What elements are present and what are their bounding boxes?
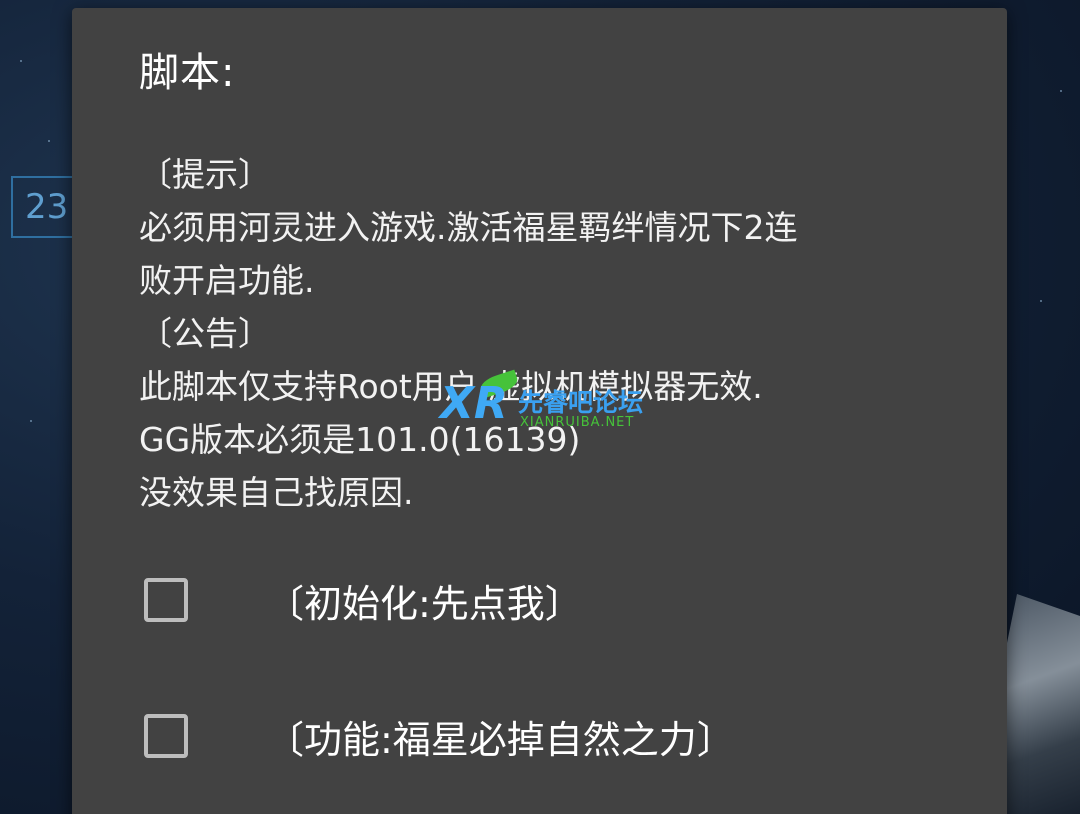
message-line: 必须用河灵进入游戏.激活福星羁绊情况下2连 — [139, 208, 798, 247]
background-number-badge: 23 — [11, 176, 81, 238]
option-init[interactable]: 〔初始化:先点我〕 — [144, 567, 904, 633]
checkbox-feature[interactable] — [144, 714, 188, 758]
option-feature-label[interactable]: 〔功能:福星必掉自然之力〕 — [266, 709, 735, 764]
background-star — [1060, 90, 1062, 92]
message-line: 败开启功能. — [139, 261, 315, 300]
background-star — [1040, 300, 1042, 302]
message-line: 没效果自己找原因. — [139, 473, 414, 512]
message-line: 〔公告〕 — [139, 314, 271, 353]
script-dialog: 脚本: 〔提示〕 必须用河灵进入游戏.激活福星羁绊情况下2连 败开启功能. 〔公… — [72, 8, 1007, 814]
checkbox-init[interactable] — [144, 578, 188, 622]
option-init-label[interactable]: 〔初始化:先点我〕 — [266, 573, 583, 628]
option-feature[interactable]: 〔功能:福星必掉自然之力〕 — [144, 703, 904, 769]
background-star — [20, 60, 22, 62]
dialog-title: 脚本: — [139, 50, 236, 96]
background-star — [48, 140, 50, 142]
message-line: GG版本必须是101.0(16139) — [139, 420, 581, 459]
dialog-message: 〔提示〕 必须用河灵进入游戏.激活福星羁绊情况下2连 败开启功能. 〔公告〕 此… — [139, 148, 939, 519]
message-line: 此脚本仅支持Root用户.虚拟机模拟器无效. — [139, 367, 763, 406]
background-star — [30, 420, 32, 422]
message-line: 〔提示〕 — [139, 155, 271, 194]
